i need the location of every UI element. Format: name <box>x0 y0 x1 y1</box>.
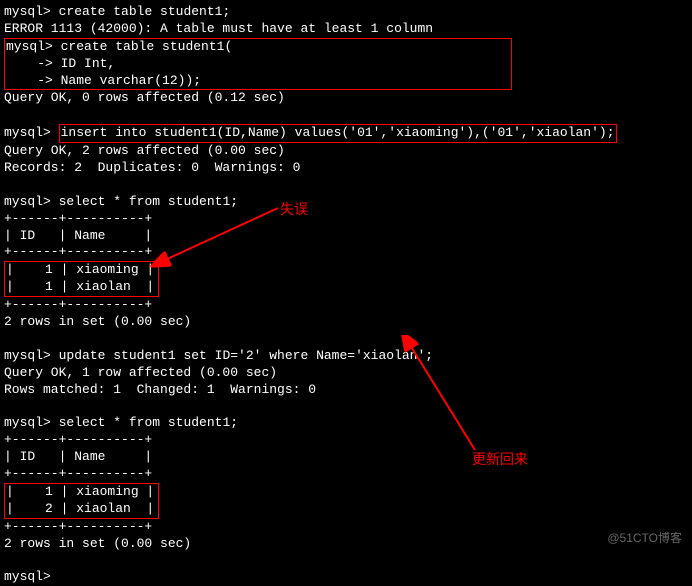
highlight-create-block: mysql> create table student1( -> ID Int,… <box>4 38 512 91</box>
msg-rows-2b: 2 rows in set (0.00 sec) <box>4 536 688 553</box>
error-msg: ERROR 1113 (42000): A table must have at… <box>4 21 688 38</box>
prompt: mysql> <box>4 4 59 19</box>
cmd-create-l1: create table student1( <box>61 39 233 54</box>
highlight-rows-mistake: | 1 | xiaoming | | 1 | xiaolan | <box>4 261 159 297</box>
cmd-create-fail: create table student1; <box>59 4 231 19</box>
arrow-mistake-icon <box>150 200 290 280</box>
table-sep: +------+----------+ <box>4 211 688 228</box>
msg-matched: Rows matched: 1 Changed: 1 Warnings: 0 <box>4 382 688 399</box>
row-1-1: | 1 | xiaoming | <box>6 262 157 279</box>
cmd-select-2: select * from student1; <box>59 415 238 430</box>
row-2-1: | 1 | xiaoming | <box>6 484 157 501</box>
highlight-rows-updated: | 1 | xiaoming | | 2 | xiaolan | <box>4 483 159 519</box>
row-1-2: | 1 | xiaolan | <box>6 279 157 296</box>
msg-ok-012: Query OK, 0 rows affected (0.12 sec) <box>4 90 688 107</box>
cmd-create-l2: ID Int, <box>61 56 116 71</box>
msg-records: Records: 2 Duplicates: 0 Warnings: 0 <box>4 160 688 177</box>
cmd-update: update student1 set ID='2' where Name='x… <box>59 348 433 363</box>
arrow-updated-icon <box>395 335 515 465</box>
table-header-2: | ID | Name | <box>4 449 688 466</box>
msg-ok-1: Query OK, 1 row affected (0.00 sec) <box>4 365 688 382</box>
row-2-2: | 2 | xiaolan | <box>6 501 157 518</box>
watermark: @51CTO博客 <box>607 531 682 547</box>
msg-ok-2: Query OK, 2 rows affected (0.00 sec) <box>4 143 688 160</box>
highlight-insert: insert into student1(ID,Name) values('01… <box>59 124 617 143</box>
msg-rows-2a: 2 rows in set (0.00 sec) <box>4 314 688 331</box>
terminal-output: mysql> create table student1; ERROR 1113… <box>4 4 688 586</box>
cmd-create-l3: Name varchar(12)); <box>61 73 201 88</box>
cmd-insert: insert into student1(ID,Name) values('01… <box>61 125 615 140</box>
table-header: | ID | Name | <box>4 228 688 245</box>
